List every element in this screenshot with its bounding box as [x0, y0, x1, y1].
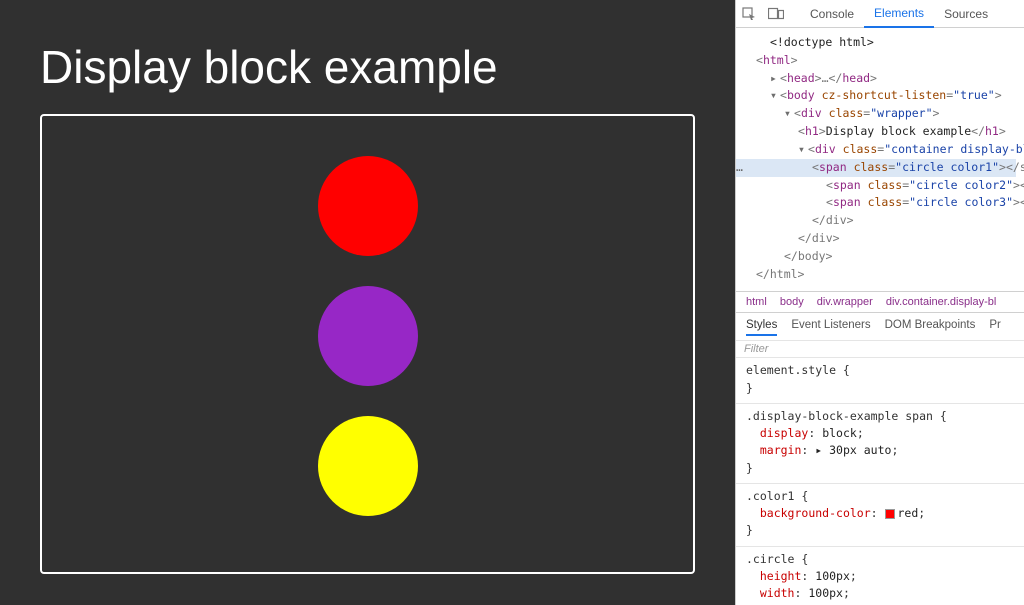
circle-container [40, 114, 695, 574]
subtab-properties[interactable]: Pr [989, 319, 1001, 336]
styles-panel: element.style { } .display-block-example… [736, 358, 1024, 605]
rule-color1[interactable]: .color1 { background-color: red; } [736, 484, 1024, 547]
devtools-toolbar: Console Elements Sources [736, 0, 1024, 28]
dom-tree[interactable]: <!doctype html> <html> ▸<head>…</head> ▾… [736, 28, 1024, 291]
dom-line[interactable]: <!doctype html> [756, 34, 1016, 52]
app-root: Display block example Console Elements S… [0, 0, 1024, 605]
dom-line[interactable]: ▾<div class="container display-block- [756, 141, 1016, 159]
devtools-tabs: Console Elements Sources [800, 0, 998, 28]
dom-line-selected[interactable]: …<span class="circle color1"></spar [736, 159, 1016, 177]
rule-element-style[interactable]: element.style { } [736, 358, 1024, 404]
styles-subtabs: Styles Event Listeners DOM Breakpoints P… [736, 313, 1024, 341]
rule-display-block[interactable]: .display-block-example span { display: b… [736, 404, 1024, 484]
dom-line[interactable]: </div> [756, 230, 1016, 248]
breadcrumb[interactable]: html body div.wrapper div.container.disp… [736, 291, 1024, 313]
inspect-icon[interactable] [742, 7, 756, 21]
dom-line[interactable]: <span class="circle color3"></spar [756, 194, 1016, 212]
dom-line[interactable]: <html> [756, 52, 1016, 70]
subtab-dom-breakpoints[interactable]: DOM Breakpoints [885, 319, 976, 336]
circle-red [318, 156, 418, 256]
circle-yellow [318, 416, 418, 516]
circle-purple [318, 286, 418, 386]
tab-console[interactable]: Console [800, 1, 864, 27]
dom-line[interactable]: </html> [756, 266, 1016, 284]
rendered-page: Display block example [0, 0, 735, 605]
dom-line[interactable]: <span class="circle color2"></spar [756, 177, 1016, 195]
tab-elements[interactable]: Elements [864, 0, 934, 28]
dom-line[interactable]: ▸<head>…</head> [756, 70, 1016, 88]
dom-line[interactable]: ▾<div class="wrapper"> [756, 105, 1016, 123]
dom-line[interactable]: </div> [756, 212, 1016, 230]
dom-line[interactable]: ▾<body cz-shortcut-listen="true"> [756, 87, 1016, 105]
styles-filter[interactable]: Filter [736, 341, 1024, 358]
color-swatch-icon[interactable] [885, 509, 895, 519]
rule-circle[interactable]: .circle { height: 100px; width: 100px; b… [736, 547, 1024, 605]
crumb-wrapper[interactable]: div.wrapper [817, 296, 873, 308]
dom-line[interactable]: <h1>Display block example</h1> [756, 123, 1016, 141]
subtab-listeners[interactable]: Event Listeners [791, 319, 870, 336]
device-icon[interactable] [768, 7, 784, 21]
dom-line[interactable]: </body> [756, 248, 1016, 266]
devtools-panel: Console Elements Sources <!doctype html>… [735, 0, 1024, 605]
crumb-html[interactable]: html [746, 296, 767, 308]
crumb-container[interactable]: div.container.display-bl [886, 296, 996, 308]
crumb-body[interactable]: body [780, 296, 804, 308]
subtab-styles[interactable]: Styles [746, 319, 777, 336]
tab-sources[interactable]: Sources [934, 1, 998, 27]
page-title: Display block example [40, 40, 695, 94]
